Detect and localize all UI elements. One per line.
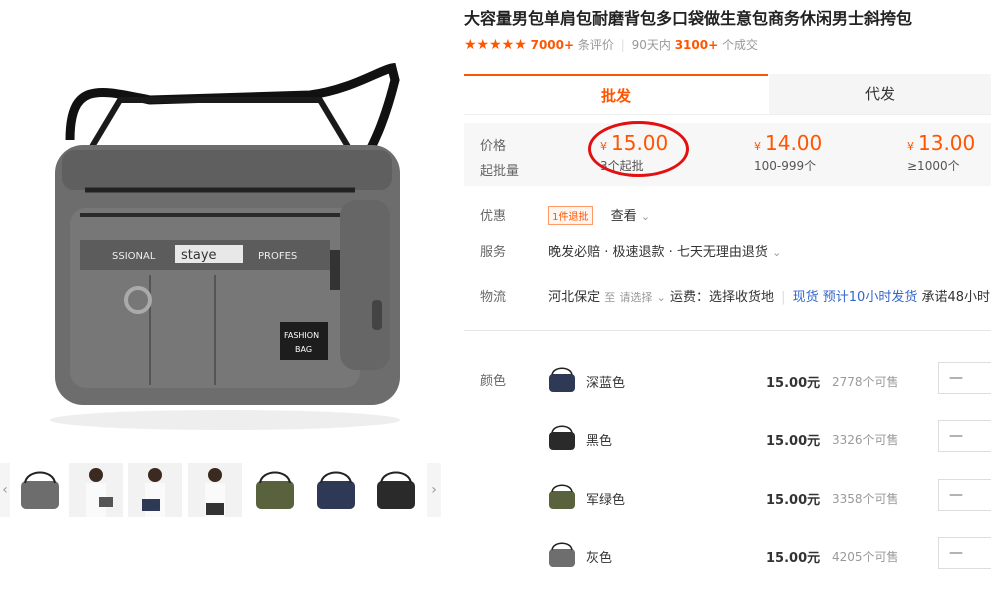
tier-qty: 100-999个 <box>754 159 817 173</box>
sku-name: 深蓝色 <box>586 376 626 391</box>
quantity-stepper[interactable]: — <box>938 420 991 452</box>
main-product-image[interactable]: SSIONAL staye PROFES FASHION BAG <box>0 0 450 450</box>
sold-label: 个成交 <box>721 38 758 52</box>
highlight-circle-annotation <box>588 121 689 177</box>
section-divider <box>464 330 991 331</box>
days-label: 90天内 <box>631 38 671 52</box>
thumbs-next-arrow-icon[interactable]: › <box>427 463 441 517</box>
stock-status: 现货 <box>792 290 819 305</box>
logistics-label: 物流 <box>480 290 507 305</box>
review-count[interactable]: 7000+ <box>531 38 574 52</box>
strap-text-left: SSIONAL <box>112 251 156 262</box>
promo-row: 优惠 1件退批 查看 ⌄ <box>480 205 650 225</box>
sku-thumbnail[interactable] <box>544 479 580 515</box>
service-text: 晚发必赔 · 极速退款 · 七天无理由退货 <box>548 245 768 260</box>
sku-thumbnail[interactable] <box>544 362 580 398</box>
thumbs-prev-arrow-icon[interactable]: ‹ <box>0 463 10 517</box>
purchase-mode-tabs: 批发 代发 <box>464 74 991 115</box>
star-rating-icon: ★★★★★ <box>464 37 527 53</box>
ship-to-label: 至 <box>604 291 616 304</box>
tier-qty: ≥1000个 <box>907 159 960 173</box>
sku-row: 深蓝色 15.00元 2778个可售 — <box>544 362 991 420</box>
sku-stock: 2778个可售 <box>832 375 899 389</box>
tab-wholesale[interactable]: 批发 <box>464 74 768 114</box>
quantity-stepper[interactable]: — <box>938 479 991 511</box>
patch-line1: FASHION <box>284 331 319 340</box>
chevron-down-icon[interactable]: ⌄ <box>641 210 650 223</box>
thumb-model-front[interactable] <box>69 463 123 517</box>
thumb-grey-bag-size[interactable] <box>13 463 67 517</box>
sku-row: 灰色 15.00元 4205个可售 — <box>544 537 991 595</box>
color-label: 颜色 <box>480 374 507 389</box>
ship-estimate: 预计10小时发货 <box>822 290 918 305</box>
patch-line2: BAG <box>295 345 312 354</box>
sku-row: 军绿色 15.00元 3358个可售 — <box>544 479 991 537</box>
thumb-model-back[interactable] <box>128 463 182 517</box>
sku-thumbnail[interactable] <box>544 537 580 573</box>
currency-symbol: ¥ <box>907 140 914 153</box>
sku-stock: 3326个可售 <box>832 433 899 447</box>
sku-row: 黑色 15.00元 3326个可售 — <box>544 420 991 478</box>
sku-price: 15.00元 <box>766 493 821 508</box>
sku-name: 灰色 <box>586 551 613 566</box>
shipping-fee: 运费：选择收货地 <box>669 290 774 305</box>
image-gallery: SSIONAL staye PROFES FASHION BAG ‹ › <box>0 0 450 576</box>
rating-row: ★★★★★ 7000+ 条评价 | 90天内 3100+ 个成交 <box>464 37 758 53</box>
service-label: 服务 <box>480 245 507 260</box>
sku-price: 15.00元 <box>766 376 821 391</box>
promo-label: 优惠 <box>480 209 507 224</box>
ship-from: 河北保定 <box>548 290 601 305</box>
thumb-model-side[interactable] <box>188 463 242 517</box>
sku-thumbnail[interactable] <box>544 420 580 456</box>
currency-symbol: ¥ <box>754 140 761 153</box>
strap-text-right: PROFES <box>258 251 297 262</box>
strap-text-mid: staye <box>181 248 217 263</box>
tier-price: 14.00 <box>765 131 823 155</box>
tier-price: 13.00 <box>918 131 976 155</box>
review-label: 条评价 <box>577 38 614 52</box>
thumb-navy-bag[interactable] <box>309 463 363 517</box>
service-row: 服务 晚发必赔 · 极速退款 · 七天无理由退货 ⌄ <box>480 241 781 260</box>
moq-label: 起批量 <box>480 164 520 179</box>
chevron-down-icon[interactable]: ⌄ <box>657 291 666 304</box>
destination-select[interactable]: 请选择 <box>619 291 652 304</box>
thumb-green-bag[interactable] <box>248 463 302 517</box>
product-title: 大容量男包单肩包耐磨背包多口袋做生意包商务休闲男士斜挎包 <box>464 9 913 28</box>
sku-name: 黑色 <box>586 434 613 449</box>
product-info: 大容量男包单肩包耐磨背包多口袋做生意包商务休闲男士斜挎包 ★★★★★ 7000+… <box>464 0 991 576</box>
sku-stock: 4205个可售 <box>832 550 899 564</box>
sku-price: 15.00元 <box>766 551 821 566</box>
price-tier-3: ¥13.00 ≥1000个 <box>907 131 991 174</box>
price-label: 价格 <box>480 139 507 154</box>
sku-stock: 3358个可售 <box>832 492 899 506</box>
chevron-down-icon[interactable]: ⌄ <box>772 246 781 259</box>
thumbnail-strip: ‹ › <box>0 463 450 521</box>
sold-count: 3100+ <box>674 38 719 52</box>
thumb-black-bag[interactable] <box>369 463 423 517</box>
sku-price: 15.00元 <box>766 434 821 449</box>
price-tier-2: ¥14.00 100-999个 <box>754 131 894 174</box>
ship-promise: 承诺48小时 <box>921 290 991 305</box>
promo-view-link[interactable]: 查看 <box>611 209 637 224</box>
price-panel: 价格 起批量 ¥15.00 3个起批 ¥14.00 100-999个 ¥13.0… <box>464 123 991 186</box>
promo-badge: 1件退批 <box>548 206 593 225</box>
quantity-stepper[interactable]: — <box>938 537 991 569</box>
quantity-stepper[interactable]: — <box>938 362 991 394</box>
tab-dropship[interactable]: 代发 <box>769 74 991 114</box>
logistics-row: 物流 河北保定 至 请选择 ⌄ 运费：选择收货地 | 现货 预计10小时发货 承… <box>480 286 990 305</box>
sku-name: 军绿色 <box>586 493 626 508</box>
